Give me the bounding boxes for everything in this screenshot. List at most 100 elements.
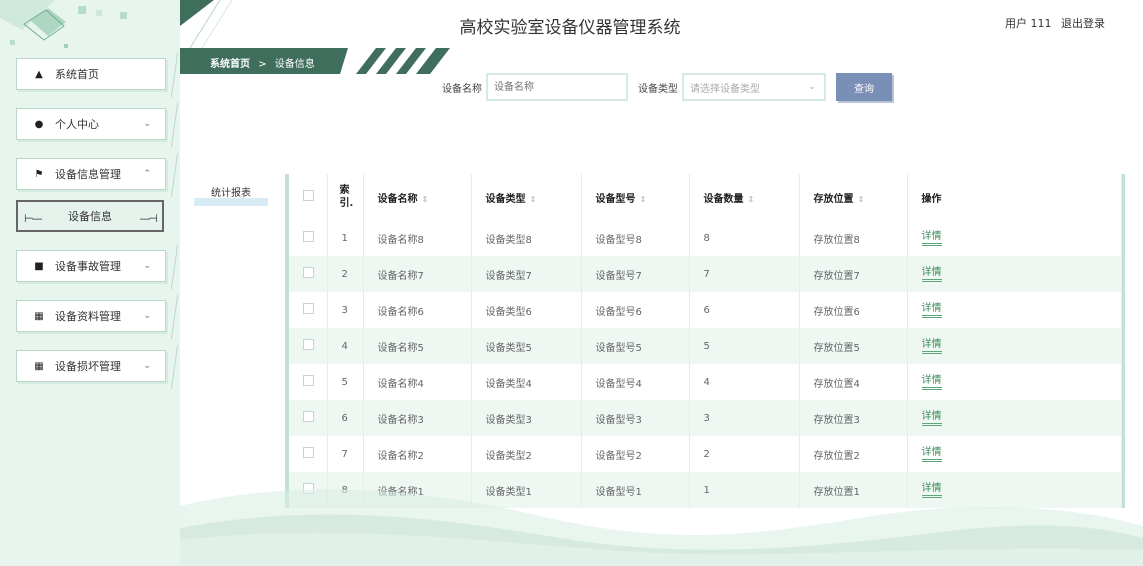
header-count[interactable]: 设备数量 ⇕ <box>689 174 800 220</box>
submenu-item-device-info[interactable]: ⊢— 设备信息 —⊣ <box>16 200 164 232</box>
cell-count: 6 <box>689 292 800 328</box>
sort-icon[interactable]: ⇕ <box>858 195 865 204</box>
table-body: 1 设备名称8 设备类型8 设备型号8 8 存放位置8 详情 2 设备名称7 设备类型7 设备型号7… <box>289 220 1122 508</box>
device-type-select[interactable]: 请选择设备类型 ⌄ <box>682 73 826 101</box>
cell-model: 设备型号8 <box>581 220 690 256</box>
row-checkbox[interactable] <box>303 375 314 386</box>
row-select-cell[interactable] <box>289 400 328 436</box>
row-checkbox[interactable] <box>303 411 314 422</box>
sidebar-item-device-info-mgmt[interactable]: ⚑ 设备信息管理 ⌃ <box>16 158 166 190</box>
sort-icon[interactable]: ⇕ <box>530 195 537 204</box>
cell-index: 2 <box>327 256 364 292</box>
row-select-cell[interactable] <box>289 436 328 472</box>
row-select-cell[interactable] <box>289 256 328 292</box>
tab-underline <box>194 198 268 206</box>
row-checkbox[interactable] <box>303 483 314 494</box>
cell-count: 3 <box>689 400 800 436</box>
header-location[interactable]: 存放位置 ⇕ <box>799 174 908 220</box>
cell-index: 5 <box>327 364 364 400</box>
cell-count: 7 <box>689 256 800 292</box>
detail-link[interactable]: 详情 <box>921 447 942 462</box>
submenu-item-label: 设备信息 <box>68 210 112 223</box>
header: 高校实验室设备仪器管理系统 用户 111 退出登录 <box>180 0 1143 48</box>
sidebar-item-damage-mgmt[interactable]: ▦ 设备损坏管理 ⌄ <box>16 350 166 382</box>
sort-icon[interactable]: ⇕ <box>640 195 647 204</box>
detail-link[interactable]: 详情 <box>921 303 942 318</box>
row-select-cell[interactable] <box>289 328 328 364</box>
select-all-cell[interactable] <box>289 174 328 220</box>
type-label: 设备类型 <box>638 83 678 95</box>
cell-model: 设备型号6 <box>581 292 690 328</box>
cell-model: 设备型号2 <box>581 436 690 472</box>
grid-icon: ▦ <box>34 360 44 372</box>
row-select-cell[interactable] <box>289 364 328 400</box>
row-select-cell[interactable] <box>289 220 328 256</box>
row-checkbox[interactable] <box>303 303 314 314</box>
detail-link[interactable]: 详情 <box>921 267 942 282</box>
cell-name: 设备名称6 <box>363 292 472 328</box>
detail-link[interactable]: 详情 <box>921 411 942 426</box>
cell-index: 6 <box>327 400 364 436</box>
device-name-input[interactable] <box>486 73 628 101</box>
row-checkbox[interactable] <box>303 231 314 242</box>
detail-link[interactable]: 详情 <box>921 231 942 246</box>
sidebar-item-home[interactable]: ▲ 系统首页 <box>16 58 166 90</box>
chevron-down-icon: ⌄ <box>143 261 151 271</box>
cell-type: 设备类型4 <box>471 364 582 400</box>
cell-count: 4 <box>689 364 800 400</box>
row-select-cell[interactable] <box>289 472 328 508</box>
header-model[interactable]: 设备型号 ⇕ <box>581 174 690 220</box>
row-select-cell[interactable] <box>289 292 328 328</box>
sort-icon[interactable]: ⇕ <box>422 195 429 204</box>
breadcrumb-home[interactable]: 系统首页 <box>210 59 250 70</box>
detail-link[interactable]: 详情 <box>921 339 942 354</box>
chevron-down-icon: ⌄ <box>143 361 151 371</box>
name-label: 设备名称 <box>442 83 482 95</box>
query-button[interactable]: 查询 <box>836 73 892 101</box>
detail-link[interactable]: 详情 <box>921 483 942 498</box>
cell-type: 设备类型6 <box>471 292 582 328</box>
cell-name: 设备名称5 <box>363 328 472 364</box>
row-checkbox[interactable] <box>303 267 314 278</box>
cell-actions: 详情 <box>907 364 1122 400</box>
cell-model: 设备型号5 <box>581 328 690 364</box>
table-row: 5 设备名称4 设备类型4 设备型号4 4 存放位置4 详情 <box>289 364 1122 400</box>
cell-count: 5 <box>689 328 800 364</box>
cell-count: 1 <box>689 472 800 508</box>
sidebar-item-docs-mgmt[interactable]: ▦ 设备资料管理 ⌄ <box>16 300 166 332</box>
cell-actions: 详情 <box>907 328 1122 364</box>
cell-name: 设备名称2 <box>363 436 472 472</box>
row-checkbox[interactable] <box>303 447 314 458</box>
header-type[interactable]: 设备类型 ⇕ <box>471 174 582 220</box>
briefcase-icon: ■ <box>34 260 44 272</box>
cell-actions: 详情 <box>907 220 1122 256</box>
chevron-up-icon: ⌃ <box>143 169 151 179</box>
cell-actions: 详情 <box>907 436 1122 472</box>
sort-icon[interactable]: ⇕ <box>748 195 755 204</box>
sidebar-item-label: 设备信息管理 <box>55 168 121 181</box>
header-index: 索引. <box>327 174 364 220</box>
sidebar-item-profile[interactable]: ● 个人中心 ⌄ <box>16 108 166 140</box>
cell-location: 存放位置1 <box>799 472 908 508</box>
row-checkbox[interactable] <box>303 339 314 350</box>
sidebar-item-accident-mgmt[interactable]: ■ 设备事故管理 ⌄ <box>16 250 166 282</box>
device-type-placeholder: 请选择设备类型 <box>690 83 760 95</box>
cell-model: 设备型号1 <box>581 472 690 508</box>
sidebar-item-label: 系统首页 <box>55 68 99 81</box>
cell-type: 设备类型8 <box>471 220 582 256</box>
cell-actions: 详情 <box>907 256 1122 292</box>
chevron-down-icon: ⌄ <box>143 119 151 129</box>
arrow-right-icon: —⊣ <box>139 212 158 225</box>
cell-name: 设备名称4 <box>363 364 472 400</box>
header-name[interactable]: 设备名称 ⇕ <box>363 174 472 220</box>
logout-link[interactable]: 退出登录 <box>1061 17 1105 30</box>
device-table-container: 索引. 设备名称 ⇕ 设备类型 ⇕ 设备型号 ⇕ 设备数量 ⇕ 存放位置 ⇕ 操作 1 设备… <box>285 174 1125 508</box>
header-actions: 操作 <box>907 174 1122 220</box>
table-row: 6 设备名称3 设备类型3 设备型号3 3 存放位置3 详情 <box>289 400 1122 436</box>
tab-statistics[interactable]: 统计报表 <box>194 184 268 206</box>
side-menu: ▲ 系统首页 ● 个人中心 ⌄ ⚑ 设备信息管理 ⌃ ⊢— 设备信息 —⊣ ■ … <box>16 58 176 400</box>
cell-type: 设备类型2 <box>471 436 582 472</box>
select-all-checkbox[interactable] <box>303 190 314 201</box>
detail-link[interactable]: 详情 <box>921 375 942 390</box>
arrow-left-icon: ⊢— <box>24 212 43 225</box>
